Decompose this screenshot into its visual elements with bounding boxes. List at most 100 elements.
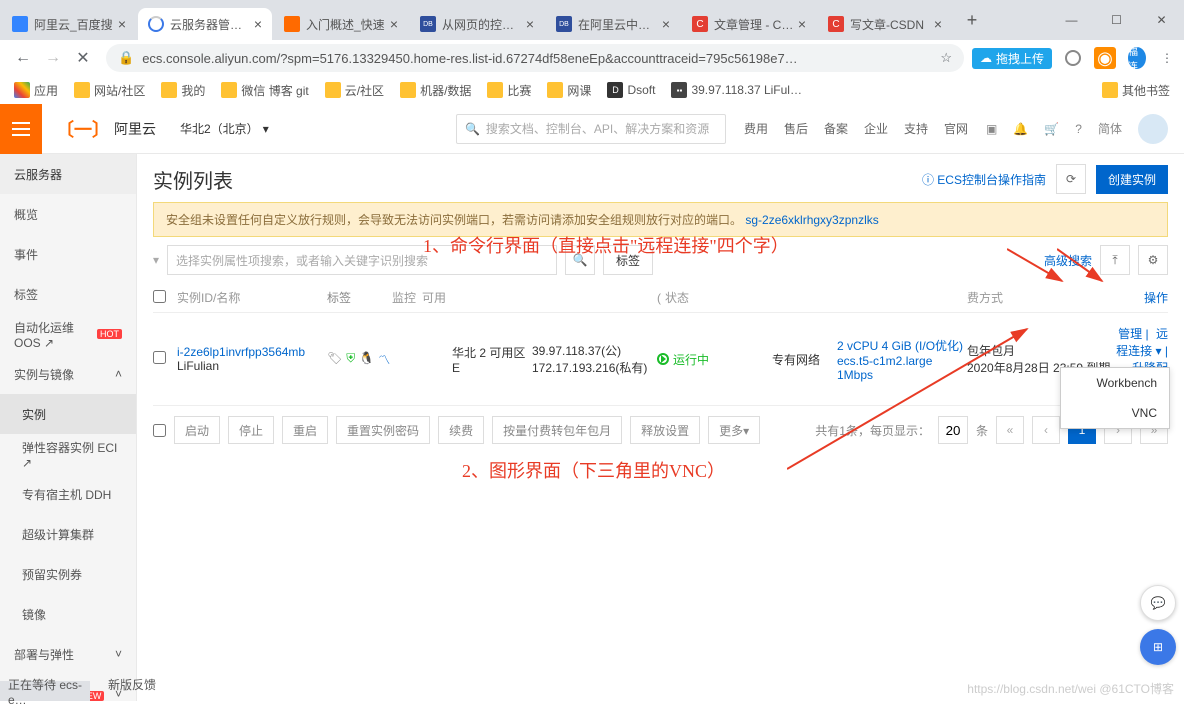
tab-3[interactable]: DB从网页的控制台× bbox=[410, 8, 544, 40]
region-selector[interactable]: 华北2（北京）▾ bbox=[180, 120, 269, 137]
filter-input[interactable]: 选择实例属性项搜索，或者输入关键字识别搜索 bbox=[167, 245, 557, 275]
tab-5[interactable]: C文章管理 - CSD× bbox=[682, 8, 816, 40]
profile-button[interactable]: 福连 bbox=[1128, 49, 1146, 67]
nav-beian[interactable]: 备案 bbox=[824, 120, 848, 137]
sidebar-item-reserved[interactable]: 预留实例券 bbox=[0, 554, 136, 594]
hamburger-menu[interactable] bbox=[0, 104, 42, 154]
new-tab-button[interactable]: + bbox=[958, 6, 986, 34]
avatar[interactable] bbox=[1138, 114, 1168, 144]
nav-help[interactable]: 支持 bbox=[904, 120, 928, 137]
sidebar-item-hpc[interactable]: 超级计算集群 bbox=[0, 514, 136, 554]
batch-resetpw[interactable]: 重置实例密码 bbox=[336, 416, 430, 444]
batch-more[interactable]: 更多▾ bbox=[708, 416, 760, 444]
export-button[interactable]: ⤒ bbox=[1100, 245, 1130, 275]
close-window-button[interactable]: ✕ bbox=[1139, 0, 1184, 40]
batch-stop[interactable]: 停止 bbox=[228, 416, 274, 444]
menu-button[interactable]: ⋮ bbox=[1158, 49, 1176, 67]
manage-link[interactable]: 管理 bbox=[1118, 327, 1142, 341]
address-bar[interactable]: 🔒 ecs.console.aliyun.com/?spm=5176.13329… bbox=[106, 44, 964, 72]
close-icon[interactable]: × bbox=[250, 16, 262, 32]
sidebar-item-overview[interactable]: 概览 bbox=[0, 194, 136, 234]
shell-icon[interactable]: ▣ bbox=[986, 122, 997, 136]
create-instance-button[interactable]: 创建实例 bbox=[1096, 165, 1168, 194]
bookmark-dsoft[interactable]: DDsoft bbox=[601, 76, 661, 104]
batch-release[interactable]: 释放设置 bbox=[630, 416, 700, 444]
spec-link[interactable]: ecs.t5-c1m2.large bbox=[837, 354, 932, 368]
feedback-link[interactable]: 新版反馈 bbox=[100, 668, 137, 701]
shield-icon[interactable]: ⛨ bbox=[346, 351, 355, 368]
bookmark-folder[interactable]: 云/社区 bbox=[319, 76, 390, 104]
upload-extension[interactable]: ☁拖拽上传 bbox=[972, 48, 1052, 69]
search-button[interactable]: 🔍 bbox=[565, 245, 595, 275]
tab-0[interactable]: 阿里云_百度搜× bbox=[2, 8, 136, 40]
star-icon[interactable]: ☆ bbox=[940, 50, 952, 66]
chevron-down-icon[interactable]: ▾ bbox=[153, 253, 159, 267]
settings-button[interactable]: ⚙ bbox=[1138, 245, 1168, 275]
sidebar-item-tags[interactable]: 标签 bbox=[0, 274, 136, 314]
stop-button[interactable]: ✕ bbox=[68, 43, 98, 73]
nav-support[interactable]: 售后 bbox=[784, 120, 808, 137]
batch-restart[interactable]: 重启 bbox=[282, 416, 328, 444]
sidebar-item-eci[interactable]: 弹性容器实例 ECI ↗ bbox=[0, 434, 136, 474]
bookmark-other[interactable]: 其他书签 bbox=[1096, 76, 1176, 104]
close-icon[interactable]: × bbox=[114, 16, 126, 32]
dropdown-vnc[interactable]: VNC bbox=[1061, 398, 1169, 428]
page-first[interactable]: « bbox=[996, 416, 1024, 444]
nav-site[interactable]: 官网 bbox=[944, 120, 968, 137]
tab-6[interactable]: C写文章-CSDN× bbox=[818, 8, 952, 40]
tag-icon[interactable]: 🏷 bbox=[327, 351, 342, 368]
chart-icon[interactable]: 〽 bbox=[378, 351, 390, 368]
maximize-button[interactable]: ☐ bbox=[1094, 0, 1139, 40]
bookmark-server[interactable]: ▪▪39.97.118.37 LiFul… bbox=[665, 76, 808, 104]
sidebar-item-images[interactable]: 镜像 bbox=[0, 594, 136, 634]
bookmark-folder[interactable]: 比赛 bbox=[481, 76, 537, 104]
sidebar-item-ddh[interactable]: 专有宿主机 DDH bbox=[0, 474, 136, 514]
minimize-button[interactable]: — bbox=[1049, 0, 1094, 40]
bookmark-folder[interactable]: 微信 博客 git bbox=[215, 76, 314, 104]
sidebar-item-events[interactable]: 事件 bbox=[0, 234, 136, 274]
cart-icon[interactable]: 🛒 bbox=[1044, 122, 1059, 136]
close-icon[interactable]: × bbox=[658, 16, 670, 32]
bookmark-folder[interactable]: 机器/数据 bbox=[394, 76, 477, 104]
extension-orange-icon[interactable]: ◉ bbox=[1094, 47, 1116, 69]
batch-convert[interactable]: 按量付费转包年包月 bbox=[492, 416, 622, 444]
aliyun-logo[interactable]: 〔一〕阿里云 bbox=[42, 116, 170, 142]
feedback-float-button[interactable]: 💬 bbox=[1140, 585, 1176, 621]
tab-1[interactable]: 云服务器管理控× bbox=[138, 8, 272, 40]
penguin-icon[interactable]: 🐧 bbox=[359, 351, 374, 368]
forward-button[interactable]: → bbox=[38, 43, 68, 73]
help-float-button[interactable]: ⊞ bbox=[1140, 629, 1176, 665]
advanced-search-link[interactable]: 高级搜索 bbox=[1044, 252, 1092, 269]
close-icon[interactable]: × bbox=[386, 16, 398, 32]
select-all-checkbox[interactable] bbox=[153, 290, 166, 303]
tab-4[interactable]: DB在阿里云中搭建× bbox=[546, 8, 680, 40]
batch-start[interactable]: 启动 bbox=[174, 416, 220, 444]
sidebar-item-instances[interactable]: 实例 bbox=[0, 394, 136, 434]
close-icon[interactable]: × bbox=[522, 16, 534, 32]
help-icon[interactable]: ? bbox=[1075, 122, 1082, 136]
bookmark-folder[interactable]: 网课 bbox=[541, 76, 597, 104]
security-group-link[interactable]: sg-2ze6xklrhgxy3zpnzlks bbox=[745, 213, 878, 227]
extension-icon[interactable] bbox=[1064, 49, 1082, 67]
page-prev[interactable]: ‹ bbox=[1032, 416, 1060, 444]
bookmark-folder[interactable]: 网站/社区 bbox=[68, 76, 151, 104]
refresh-button[interactable]: ⟳ bbox=[1056, 164, 1086, 194]
help-link[interactable]: ⓘ ECS控制台操作指南 bbox=[922, 171, 1046, 188]
tag-filter-button[interactable]: 标签 bbox=[603, 245, 653, 275]
batch-renew[interactable]: 续费 bbox=[438, 416, 484, 444]
back-button[interactable]: ← bbox=[8, 43, 38, 73]
nav-enterprise[interactable]: 企业 bbox=[864, 120, 888, 137]
close-icon[interactable]: × bbox=[930, 16, 942, 32]
lang-selector[interactable]: 简体 bbox=[1098, 120, 1122, 137]
console-search[interactable]: 🔍搜索文档、控制台、API、解决方案和资源 bbox=[456, 114, 726, 144]
sidebar-item-instance-image[interactable]: 实例与镜像˄ bbox=[0, 354, 136, 394]
batch-checkbox[interactable] bbox=[153, 424, 166, 437]
row-checkbox[interactable] bbox=[153, 351, 166, 364]
tab-2[interactable]: 入门概述_快速× bbox=[274, 8, 408, 40]
chevron-down-icon[interactable]: ▾ bbox=[1156, 344, 1162, 358]
bookmark-folder[interactable]: 我的 bbox=[155, 76, 211, 104]
page-size-input[interactable] bbox=[938, 416, 968, 444]
sidebar-item-oos[interactable]: 自动化运维 OOS ↗HOT bbox=[0, 314, 136, 354]
instance-id-link[interactable]: i-2ze6lp1invrfpp3564mb bbox=[177, 345, 305, 359]
close-icon[interactable]: × bbox=[794, 16, 806, 32]
